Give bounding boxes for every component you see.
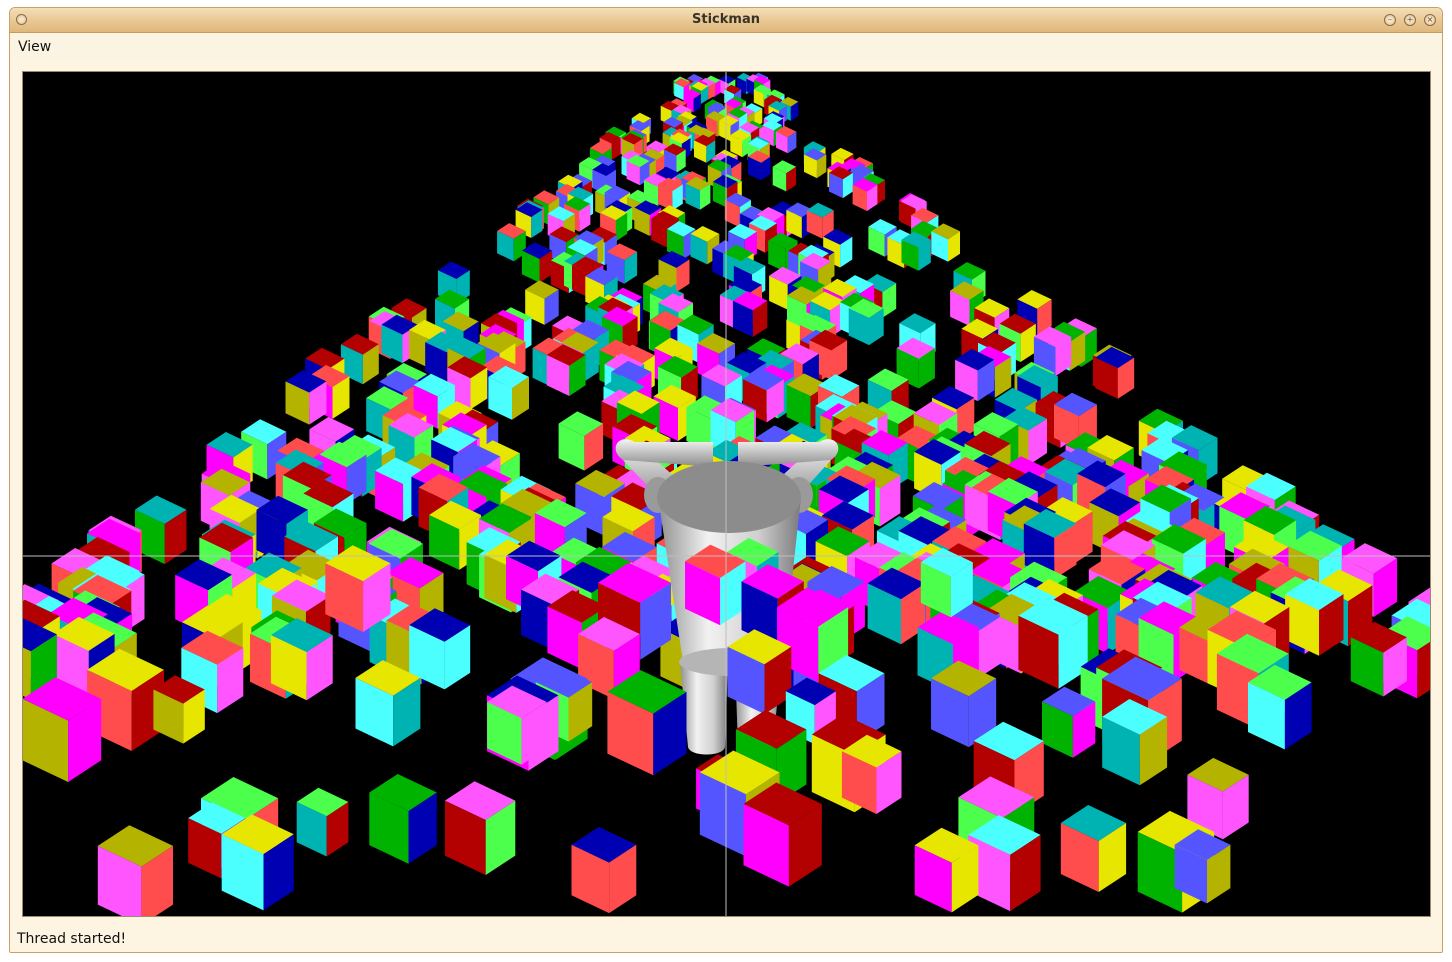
minimize-icon[interactable]: – (1384, 14, 1396, 26)
app-window: Stickman – + × View Thread started! (9, 7, 1443, 953)
title-bar[interactable]: Stickman – + × (10, 8, 1442, 33)
status-bar-text: Thread started! (17, 931, 127, 947)
gl-viewport[interactable] (22, 71, 1431, 917)
menu-view[interactable]: View (18, 39, 51, 55)
left-leg (680, 662, 728, 755)
window-title: Stickman (692, 12, 760, 27)
maximize-icon[interactable]: + (1404, 14, 1416, 26)
neck-top (657, 461, 801, 533)
close-icon[interactable]: × (1424, 14, 1436, 26)
menu-bar: View (10, 33, 1442, 59)
scene-canvas[interactable] (23, 72, 1430, 916)
